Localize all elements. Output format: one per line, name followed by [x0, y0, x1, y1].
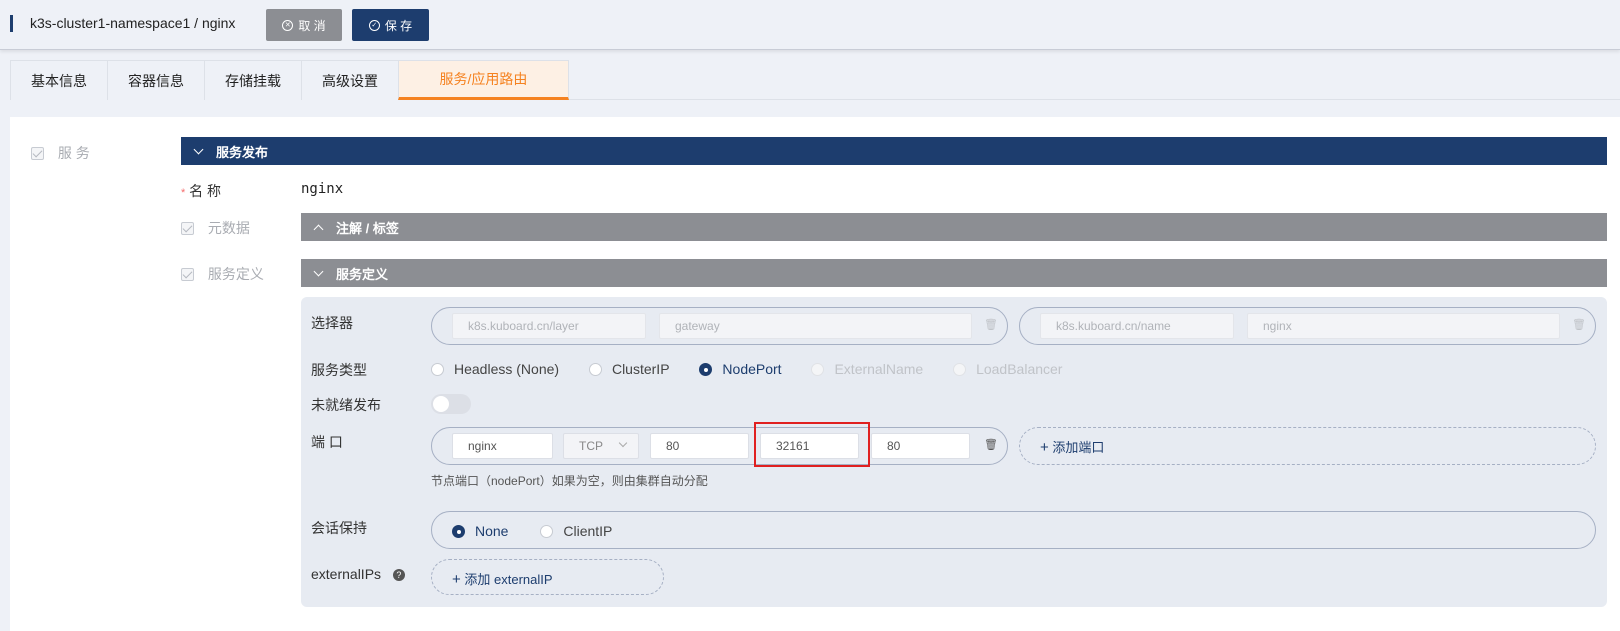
radio-clusterip[interactable]: ClusterIP [588, 360, 670, 377]
tab-service-route[interactable]: 服务/应用路由 [398, 60, 569, 100]
protocol-select[interactable]: TCP [563, 433, 639, 459]
session-radio-group: None ClientIP [431, 511, 1596, 549]
external-ips-label: externalIPs ? [311, 566, 405, 582]
chevron-up-icon [313, 224, 324, 234]
radio-session-none[interactable]: None [452, 522, 508, 539]
section-annotations-title: 注解 / 标签 [336, 220, 399, 236]
help-icon[interactable]: ? [392, 569, 405, 582]
metadata-checkbox-box[interactable] [181, 221, 194, 235]
radio-externalname: ExternalName [811, 360, 923, 377]
service-checkbox[interactable]: 服 务 [31, 143, 90, 163]
unready-label: 未就绪发布 [311, 397, 381, 413]
nodeport-highlight-box [754, 422, 870, 467]
add-externalip-button[interactable]: + 添加 externalIP [431, 559, 664, 595]
chevron-down-icon [618, 438, 628, 448]
tab-container-info[interactable]: 容器信息 [107, 60, 205, 100]
service-checkbox-box[interactable] [31, 146, 44, 160]
port-input[interactable]: 80 [650, 433, 749, 459]
tab-storage[interactable]: 存储挂载 [204, 60, 302, 100]
page-header: k3s-cluster1-namespace1 / nginx ✕ 取 消 ✓ … [0, 0, 1620, 50]
ports-label: 端 口 [311, 434, 343, 450]
section-service-publish[interactable]: 服务发布 [181, 137, 1607, 165]
selector-value-input[interactable]: nginx [1247, 313, 1560, 339]
radio-nodeport[interactable]: NodePort [699, 360, 782, 377]
add-port-button[interactable]: + 添加端口 [1019, 427, 1596, 465]
section-annotations-labels[interactable]: 注解 / 标签 [301, 213, 1607, 241]
required-mark: * [181, 187, 186, 199]
selector-pair-2: k8s.kuboard.cn/name nginx 🗑 [1019, 307, 1596, 345]
plus-icon: + [1040, 439, 1049, 456]
chevron-down-icon [193, 144, 204, 154]
service-type-label: 服务类型 [311, 362, 367, 378]
nodeport-hint: 节点端口（nodePort）如果为空，则由集群自动分配 [431, 474, 708, 488]
selector-label: 选择器 [311, 315, 353, 331]
radio-loadbalancer: LoadBalancer [953, 360, 1062, 377]
service-checkbox-label: 服 务 [57, 145, 90, 161]
cancel-button[interactable]: ✕ 取 消 [266, 9, 342, 41]
save-button-label: 保 存 [384, 18, 413, 33]
save-button[interactable]: ✓ 保 存 [352, 9, 429, 41]
tab-basic-info[interactable]: 基本信息 [10, 60, 108, 100]
session-label: 会话保持 [311, 520, 367, 536]
tab-advanced[interactable]: 高级设置 [301, 60, 399, 100]
port-name-input[interactable]: nginx [452, 433, 553, 459]
toggle-knob [433, 396, 449, 412]
selector-pair-1: k8s.kuboard.cn/layer gateway 🗑 [431, 307, 1008, 345]
service-def-checkbox[interactable]: 服务定义 [181, 264, 264, 284]
cancel-button-label: 取 消 [298, 18, 326, 33]
section-service-publish-title: 服务发布 [216, 144, 269, 160]
metadata-checkbox-label: 元数据 [207, 220, 250, 236]
service-def-checkbox-box[interactable] [181, 267, 194, 281]
chevron-down-icon [313, 266, 324, 276]
unready-toggle[interactable] [431, 394, 471, 414]
trash-icon[interactable]: 🗑 [1572, 318, 1586, 331]
radio-headless[interactable]: Headless (None) [431, 360, 559, 377]
check-circle-icon: ✓ [368, 19, 380, 31]
title-accent-bar [10, 15, 13, 32]
section-service-definition[interactable]: 服务定义 [301, 259, 1607, 287]
radio-session-clientip[interactable]: ClientIP [540, 522, 612, 539]
targetport-input[interactable]: 80 [871, 433, 970, 459]
service-def-checkbox-label: 服务定义 [207, 266, 264, 282]
trash-icon[interactable]: 🗑 [984, 318, 998, 331]
metadata-checkbox[interactable]: 元数据 [181, 218, 250, 238]
port-row: nginx TCP 80 32161 80 🗑 [431, 427, 1008, 465]
selector-key-input[interactable]: k8s.kuboard.cn/name [1040, 313, 1234, 339]
name-value: nginx [301, 181, 344, 197]
tab-bar: 基本信息 容器信息 存储挂载 高级设置 服务/应用路由 [10, 60, 1620, 100]
service-type-radio-group: Headless (None) ClusterIP NodePort Exter… [431, 360, 1062, 377]
x-circle-icon: ✕ [282, 19, 294, 31]
trash-icon[interactable]: 🗑 [984, 438, 998, 451]
section-service-definition-title: 服务定义 [336, 266, 389, 282]
selector-key-input[interactable]: k8s.kuboard.cn/layer [452, 313, 646, 339]
page-title: k3s-cluster1-namespace1 / nginx [30, 15, 236, 31]
selector-value-input[interactable]: gateway [659, 313, 972, 339]
name-label: * 名 称 [181, 183, 222, 199]
plus-icon: + [452, 571, 461, 588]
